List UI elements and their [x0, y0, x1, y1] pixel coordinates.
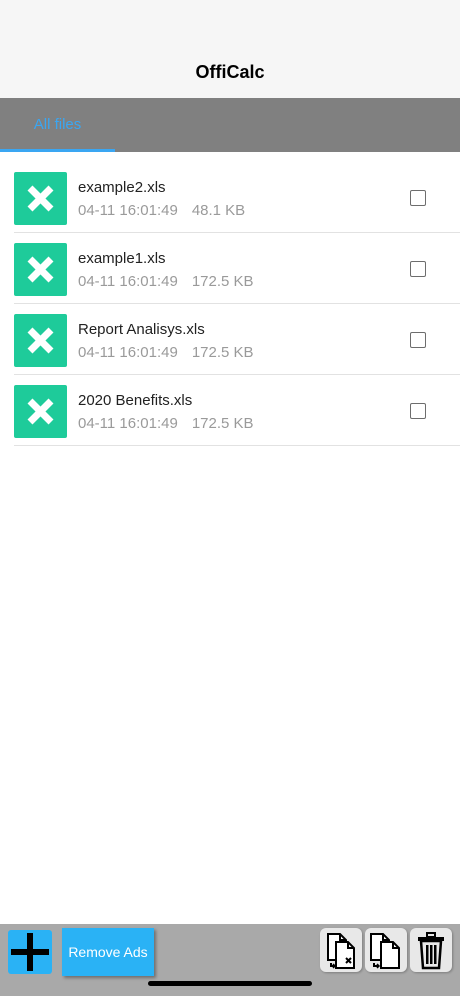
file-name: example2.xls: [78, 179, 166, 196]
home-indicator[interactable]: [148, 981, 312, 986]
file-select-checkbox[interactable]: [410, 403, 426, 419]
active-tab-indicator: [0, 149, 115, 152]
app-title: OffiCalc: [195, 62, 265, 82]
file-date: 04-11 16:01:49: [78, 344, 178, 361]
file-move-icon: [327, 933, 355, 969]
file-row[interactable]: 2020 Benefits.xls 04-11 16:01:49 172.5 KB: [0, 375, 460, 446]
row-divider: [14, 445, 460, 446]
navigation-bar: OffiCalc: [0, 0, 460, 98]
copy-file-button[interactable]: [365, 928, 407, 972]
file-name: example1.xls: [78, 250, 166, 267]
file-size: 172.5 KB: [191, 344, 254, 361]
file-select-checkbox[interactable]: [410, 332, 426, 348]
file-row[interactable]: example1.xls 04-11 16:01:49 172.5 KB: [0, 233, 460, 304]
file-size: 172.5 KB: [191, 273, 254, 290]
file-name: Report Analisys.xls: [78, 321, 205, 338]
file-meta: 04-11 16:01:49 48.1 KB: [78, 202, 245, 219]
tab-all-files-label: All files: [33, 116, 82, 133]
delete-button[interactable]: [410, 928, 452, 972]
file-size: 172.5 KB: [191, 415, 254, 432]
file-date: 04-11 16:01:49: [78, 273, 178, 290]
file-size: 48.1 KB: [191, 202, 246, 219]
excel-file-icon: [14, 385, 67, 438]
add-file-button[interactable]: [8, 930, 52, 974]
file-name: 2020 Benefits.xls: [78, 392, 193, 409]
excel-file-icon: [14, 314, 67, 367]
file-row[interactable]: Report Analisys.xls 04-11 16:01:49 172.5 …: [0, 304, 460, 375]
file-copy-icon: [370, 933, 400, 969]
excel-file-icon: [14, 172, 67, 225]
app-screen: OffiCalc All files example2.xls 04-11 16…: [0, 0, 460, 996]
plus-icon: [11, 933, 49, 971]
file-list: example2.xls 04-11 16:01:49 48.1 KB examp…: [0, 162, 460, 446]
excel-file-icon: [14, 243, 67, 296]
file-row[interactable]: example2.xls 04-11 16:01:49 48.1 KB: [0, 162, 460, 233]
file-date: 04-11 16:01:49: [78, 415, 178, 432]
move-file-button[interactable]: [320, 928, 362, 972]
file-meta: 04-11 16:01:49 172.5 KB: [78, 273, 254, 290]
file-date: 04-11 16:01:49: [78, 202, 178, 219]
file-meta: 04-11 16:01:49 172.5 KB: [78, 344, 254, 361]
tab-all-files[interactable]: All files: [0, 98, 115, 152]
remove-ads-button[interactable]: Remove Ads: [62, 928, 154, 976]
file-select-checkbox[interactable]: [410, 190, 426, 206]
trash-icon: [418, 932, 444, 970]
file-meta: 04-11 16:01:49 172.5 KB: [78, 415, 254, 432]
tab-bar: All files: [0, 98, 460, 152]
file-select-checkbox[interactable]: [410, 261, 426, 277]
